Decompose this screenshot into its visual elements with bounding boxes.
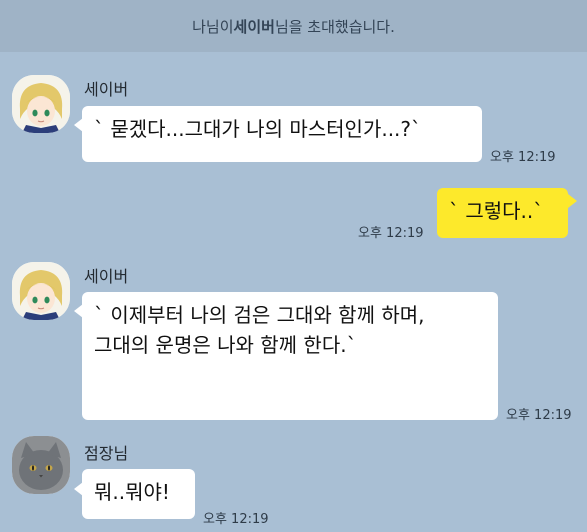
bubble-tail	[568, 194, 577, 208]
notice-suffix: 님을 초대했습니다.	[274, 17, 395, 36]
notice-invitee: 세이버	[233, 17, 275, 36]
message-text: ` 그렇다..`	[449, 199, 544, 223]
message-bubble[interactable]: ` 묻겠다...그대가 나의 마스터인가...?`	[82, 106, 482, 162]
my-message-bubble[interactable]: ` 그렇다..`	[437, 188, 568, 238]
notice-prefix: 나님이	[192, 17, 234, 36]
message-time: 오후 12:19	[490, 150, 556, 165]
saber-avatar-icon[interactable]	[12, 75, 70, 133]
cat-avatar-icon[interactable]	[12, 436, 70, 494]
message-text: ` 묻겠다...그대가 나의 마스터인가...?`	[94, 117, 422, 141]
message-text-line: 그대의 운명은 나와 함께 한다.`	[94, 333, 357, 357]
invite-notice: 나님이 세이버 님을 초대했습니다.	[0, 0, 587, 52]
sender-name: 점장님	[84, 444, 129, 463]
saber-avatar-icon[interactable]	[12, 262, 70, 320]
message-time: 오후 12:19	[506, 408, 572, 423]
message-time: 오후 12:19	[203, 512, 269, 527]
sender-name: 세이버	[84, 80, 129, 99]
sender-name: 세이버	[84, 267, 129, 286]
message-time: 오후 12:19	[358, 226, 424, 241]
message-bubble[interactable]: 뭐..뭐야!	[82, 469, 195, 519]
message-text: 뭐..뭐야!	[94, 480, 170, 504]
message-text-line: ` 이제부터 나의 검은 그대와 함께 하며,	[94, 303, 425, 327]
message-bubble[interactable]: ` 이제부터 나의 검은 그대와 함께 하며, 그대의 운명은 나와 함께 한다…	[82, 292, 498, 420]
